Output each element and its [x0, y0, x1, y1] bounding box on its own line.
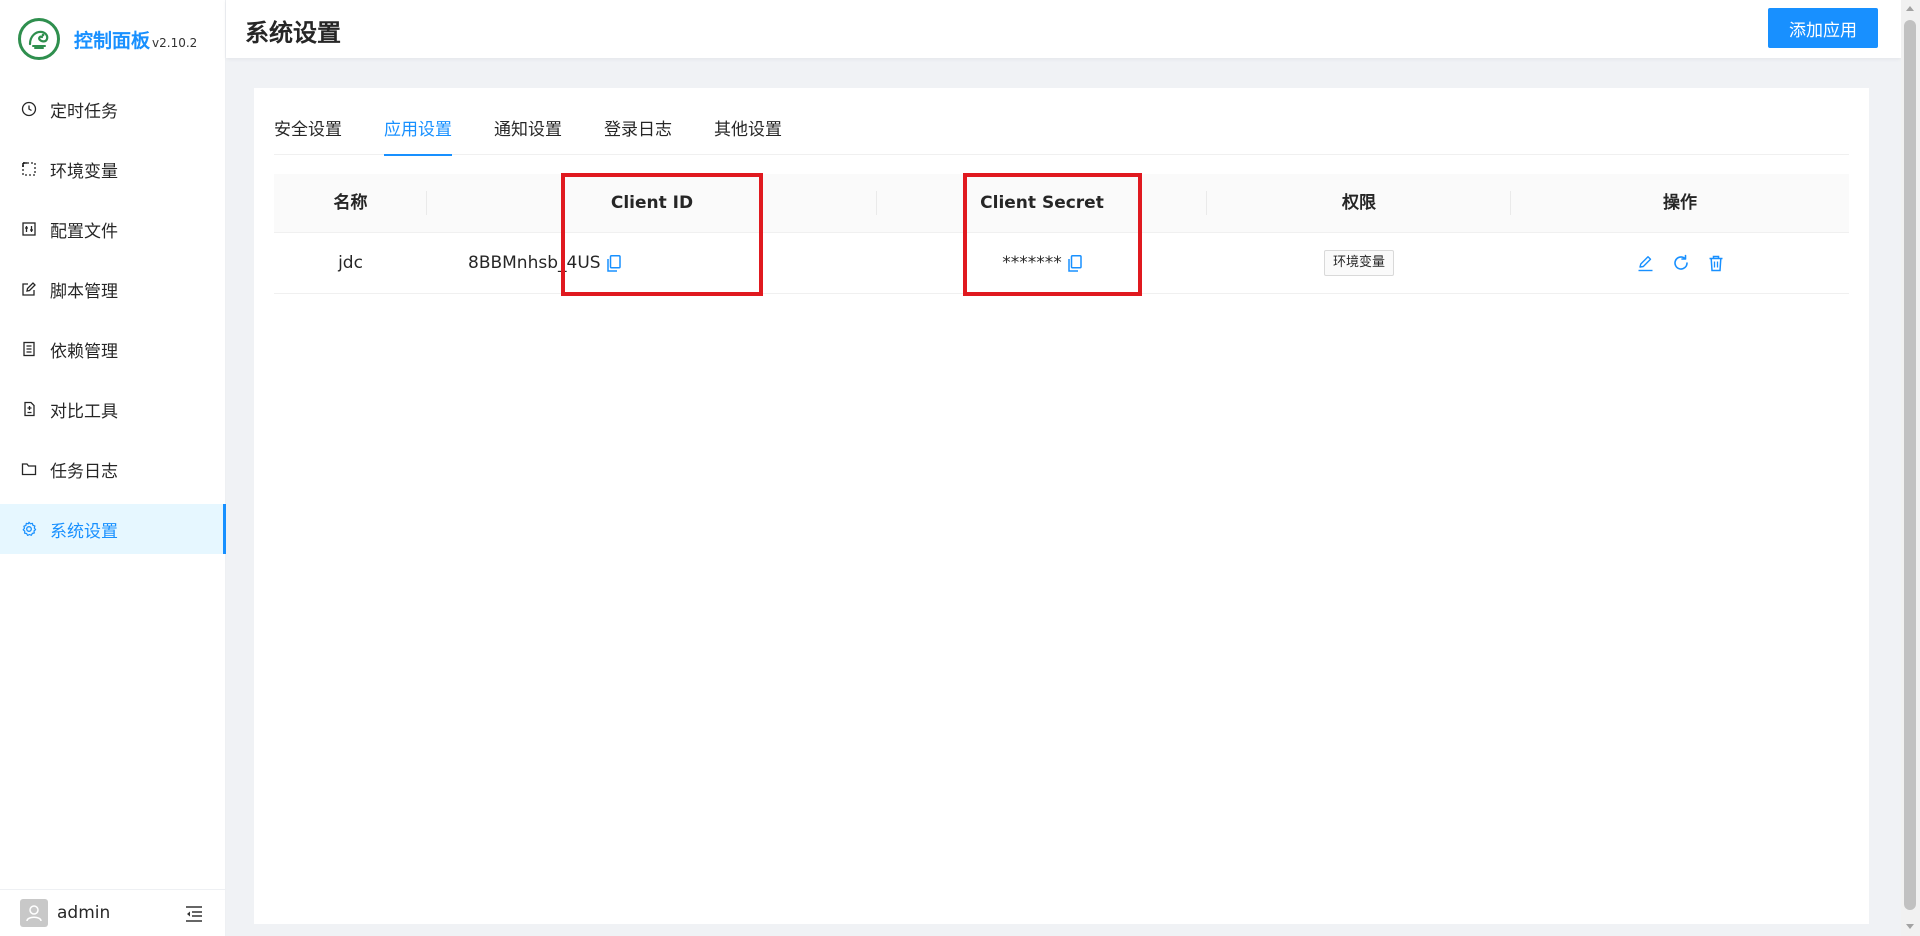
sidebar-item-label: 任务日志: [50, 461, 118, 482]
column-header-actions: 操作: [1663, 193, 1697, 213]
logo-icon: [18, 18, 60, 60]
column-header-name: 名称: [333, 193, 368, 213]
username[interactable]: admin: [57, 903, 110, 923]
tab-app-settings[interactable]: 应用设置: [384, 118, 452, 156]
apps-table: 名称 Client ID Client Secret 权限 操作 jdc 8BB…: [274, 174, 1849, 294]
column-header-permission: 权限: [1342, 193, 1376, 213]
edit-icon: [21, 281, 37, 297]
settings-tabs: 安全设置 应用设置 通知设置 登录日志 其他设置: [274, 118, 1849, 156]
diff-icon: [21, 401, 37, 417]
sidebar-item-label: 配置文件: [50, 221, 118, 242]
sidebar-item-logs[interactable]: 任务日志: [0, 444, 226, 494]
gear-icon: [21, 521, 37, 537]
delete-icon[interactable]: [1708, 255, 1724, 272]
sidebar: 控制面板 v2.10.2 定时任务 环境变量 配置文件 脚本管理 依赖管理 对比…: [0, 0, 226, 936]
sidebar-item-settings[interactable]: 系统设置: [0, 504, 226, 554]
sidebar-item-label: 定时任务: [50, 101, 118, 122]
table-header: 名称 Client ID Client Secret 权限 操作: [274, 174, 1849, 233]
cell-client-id: 8BBMnhsb_4US: [427, 233, 877, 293]
cell-name: jdc: [338, 253, 363, 273]
sidebar-item-label: 对比工具: [50, 401, 118, 422]
scroll-up-icon[interactable]: [1906, 6, 1914, 11]
copy-icon[interactable]: [606, 254, 621, 272]
edit-icon[interactable]: [1637, 255, 1654, 272]
cell-actions: [1511, 233, 1849, 293]
cell-permission: 环境变量: [1207, 233, 1511, 293]
permission-tag: 环境变量: [1323, 250, 1394, 276]
scroll-down-icon[interactable]: [1906, 924, 1914, 929]
sidebar-item-label: 脚本管理: [50, 281, 118, 302]
sidebar-item-label: 环境变量: [50, 161, 118, 182]
table-row: jdc 8BBMnhsb_4US ******* 环境变量: [274, 233, 1849, 294]
tab-login-log[interactable]: 登录日志: [604, 118, 672, 155]
column-header-client-id: Client ID: [610, 193, 694, 213]
reload-icon[interactable]: [1672, 254, 1690, 272]
avatar[interactable]: [20, 899, 48, 927]
menu-fold-icon[interactable]: [184, 905, 204, 923]
column-header-client-secret: Client Secret: [980, 193, 1104, 213]
tab-notifications[interactable]: 通知设置: [494, 118, 562, 155]
app-version: v2.10.2: [152, 36, 198, 50]
app-title: 控制面板: [74, 29, 151, 52]
scrollbar-thumb[interactable]: [1904, 20, 1916, 910]
sidebar-item-config[interactable]: 配置文件: [0, 204, 226, 254]
copy-icon[interactable]: [1068, 254, 1082, 272]
page-header: 系统设置 添加应用: [226, 0, 1901, 58]
config-file-icon: [21, 221, 37, 237]
sidebar-item-label: 系统设置: [50, 521, 118, 542]
dashed-box-icon: [21, 161, 37, 177]
logo[interactable]: 控制面板 v2.10.2: [18, 18, 197, 60]
user-icon: [26, 905, 42, 922]
cell-client-secret: *******: [877, 233, 1207, 293]
tab-other[interactable]: 其他设置: [714, 118, 782, 155]
client-id-value: 8BBMnhsb_4US: [468, 253, 601, 273]
sidebar-item-env[interactable]: 环境变量: [0, 144, 226, 194]
settings-card: 安全设置 应用设置 通知设置 登录日志 其他设置 名称 Client ID Cl…: [254, 88, 1869, 924]
sidebar-item-diff[interactable]: 对比工具: [0, 384, 226, 434]
folder-icon: [21, 461, 37, 477]
clock-icon: [21, 101, 37, 117]
client-secret-value: *******: [1002, 253, 1062, 273]
add-app-button[interactable]: 添加应用: [1768, 8, 1878, 48]
app-root: 控制面板 v2.10.2 定时任务 环境变量 配置文件 脚本管理 依赖管理 对比…: [0, 0, 1920, 936]
tab-security[interactable]: 安全设置: [274, 118, 342, 155]
user-panel: admin: [0, 889, 226, 936]
container-icon: [21, 341, 37, 357]
sidebar-nav: 定时任务 环境变量 配置文件 脚本管理 依赖管理 对比工具 任务日志 系统设置: [0, 84, 226, 564]
sidebar-item-scripts[interactable]: 脚本管理: [0, 264, 226, 314]
page-title: 系统设置: [245, 19, 341, 47]
sidebar-item-label: 依赖管理: [50, 341, 118, 362]
sidebar-item-cron[interactable]: 定时任务: [0, 84, 226, 134]
sidebar-item-dependencies[interactable]: 依赖管理: [0, 324, 226, 374]
